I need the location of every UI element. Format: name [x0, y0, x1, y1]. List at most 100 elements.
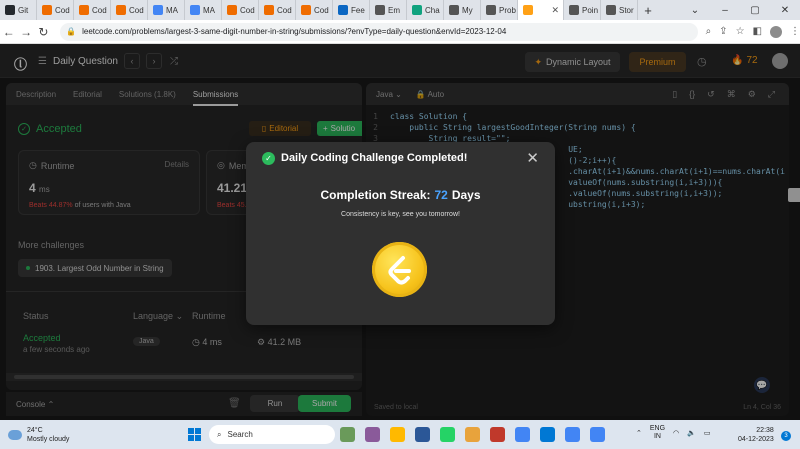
tab-favicon-icon	[338, 5, 348, 15]
check-icon: ✓	[262, 152, 275, 165]
maximize-button[interactable]: ▢	[740, 5, 770, 16]
browser-tab[interactable]: Poin	[564, 0, 601, 20]
reload-icon[interactable]: ↻	[35, 25, 52, 39]
browser-tab[interactable]: Prob	[481, 0, 518, 20]
taskbar-search[interactable]: ⌕ Search	[209, 425, 335, 444]
browser-tab[interactable]: My	[444, 0, 481, 20]
taskbar-app-icon[interactable]	[440, 427, 455, 442]
tab-label: Prob	[499, 5, 516, 15]
language-indicator[interactable]: ENG IN	[650, 425, 665, 441]
dialog-subtitle: Consistency is key, see you tomorrow!	[341, 211, 460, 218]
completion-streak: Completion Streak: 72 Days	[320, 188, 481, 202]
browser-tab[interactable]: Cod	[111, 0, 148, 20]
tab-favicon-icon	[190, 5, 200, 15]
battery-icon[interactable]: ▭	[704, 429, 711, 437]
volume-icon[interactable]: 🔈	[687, 429, 696, 437]
browser-tab[interactable]: Cha	[407, 0, 444, 20]
windows-taskbar: 24°C Mostly cloudy ⌕ Search ⌃ ENG IN ◠ 🔈…	[0, 420, 800, 449]
tab-favicon-icon	[264, 5, 274, 15]
browser-tab[interactable]: Stor	[601, 0, 638, 20]
tab-favicon-icon	[449, 5, 459, 15]
tab-favicon-icon	[569, 5, 579, 15]
tab-label: Cod	[314, 5, 329, 15]
window-controls: ⌄ – ▢ ✕	[680, 0, 800, 20]
tab-favicon-icon	[486, 5, 496, 15]
tab-label: Cod	[277, 5, 292, 15]
extensions-icon[interactable]: ◧	[753, 26, 762, 37]
url-text: leetcode.com/problems/largest-3-same-dig…	[82, 27, 507, 36]
search-icon: ⌕	[217, 429, 222, 439]
tab-favicon-icon	[153, 5, 163, 15]
system-tray: ⌃ ENG IN ◠ 🔈 ▭	[636, 425, 711, 441]
browser-tab[interactable]: Cod	[37, 0, 74, 20]
forward-icon[interactable]: →	[17, 25, 34, 39]
browser-tab[interactable]: Cod	[259, 0, 296, 20]
windows-start-icon[interactable]	[188, 428, 201, 441]
tab-favicon-icon	[42, 5, 52, 15]
close-window-button[interactable]: ✕	[770, 5, 800, 16]
taskbar-app-icon[interactable]	[490, 427, 505, 442]
taskbar-app-icon[interactable]	[590, 427, 605, 442]
weather-widget[interactable]: 24°C Mostly cloudy	[8, 426, 69, 444]
browser-tab[interactable]: Cod	[74, 0, 111, 20]
taskbar-apps	[340, 427, 605, 442]
browser-tab[interactable]: Cod	[296, 0, 333, 20]
tab-favicon-icon	[523, 5, 533, 15]
chevron-up-icon[interactable]: ⌃	[636, 429, 642, 437]
minimize-button[interactable]: –	[710, 5, 740, 16]
taskbar-app-icon[interactable]	[390, 427, 405, 442]
wifi-icon[interactable]: ◠	[673, 429, 679, 437]
tab-favicon-icon	[5, 5, 15, 15]
profile-avatar[interactable]	[769, 25, 782, 38]
tab-label: Stor	[619, 5, 634, 15]
tab-search-icon[interactable]: ⌄	[680, 5, 710, 16]
tab-label: MA	[166, 5, 178, 15]
browser-tabbar: Git Cod Cod Cod MA MA Cod Cod Cod Fee Em Cha My Prob ✕…	[0, 0, 800, 20]
back-icon[interactable]: ←	[0, 25, 17, 39]
close-icon[interactable]: ✕	[526, 149, 539, 167]
lock-icon[interactable]: 🔒	[66, 27, 76, 36]
tab-favicon-icon	[227, 5, 237, 15]
browser-tab[interactable]: Em	[370, 0, 407, 20]
browser-tab[interactable]: ✕	[518, 0, 564, 20]
browser-tab[interactable]: Cod	[222, 0, 259, 20]
browser-tab[interactable]: Git	[0, 0, 37, 20]
tab-label: Cod	[92, 5, 107, 15]
bookmark-icon[interactable]: ☆	[736, 26, 745, 37]
tab-favicon-icon	[79, 5, 89, 15]
taskbar-app-icon[interactable]	[565, 427, 580, 442]
notification-badge[interactable]: 3	[781, 431, 791, 441]
url-input[interactable]: 🔒 leetcode.com/problems/largest-3-same-d…	[60, 22, 698, 41]
close-tab-icon[interactable]: ✕	[551, 5, 559, 16]
tab-favicon-icon	[375, 5, 385, 15]
tab-label: Cod	[55, 5, 70, 15]
address-bar: ← → ↻ 🔒 leetcode.com/problems/largest-3-…	[0, 20, 800, 44]
completion-dialog: ✓ Daily Coding Challenge Completed! ✕ Co…	[246, 142, 555, 325]
tab-favicon-icon	[606, 5, 616, 15]
leetcode-logo-icon	[388, 255, 411, 284]
tab-label: Git	[18, 5, 29, 15]
tab-label: Poin	[582, 5, 599, 15]
taskbar-app-icon[interactable]	[515, 427, 530, 442]
tab-label: Em	[388, 5, 400, 15]
share-icon[interactable]: ⇪	[719, 26, 727, 37]
taskbar-app-icon[interactable]	[540, 427, 555, 442]
new-tab-button[interactable]: +	[638, 0, 658, 20]
temperature: 24°C	[27, 426, 43, 434]
tab-label: Cha	[425, 5, 440, 15]
browser-tab[interactable]: Fee	[333, 0, 370, 20]
menu-icon[interactable]: ⋮	[790, 26, 800, 37]
browser-tab[interactable]: MA	[148, 0, 185, 20]
weather-desc: Mostly cloudy	[27, 435, 70, 443]
taskbar-app-icon[interactable]	[415, 427, 430, 442]
taskbar-app-icon[interactable]	[465, 427, 480, 442]
tab-label: Cod	[240, 5, 255, 15]
browser-tab[interactable]: MA	[185, 0, 222, 20]
dialog-title: Daily Coding Challenge Completed!	[281, 152, 468, 164]
tab-favicon-icon	[412, 5, 422, 15]
clock[interactable]: 22:38 04-12-2023	[738, 426, 774, 444]
zoom-icon[interactable]: ⌕	[706, 26, 712, 37]
taskbar-app-icon[interactable]	[340, 427, 355, 442]
taskbar-app-icon[interactable]	[365, 427, 380, 442]
cloud-icon	[8, 429, 22, 440]
